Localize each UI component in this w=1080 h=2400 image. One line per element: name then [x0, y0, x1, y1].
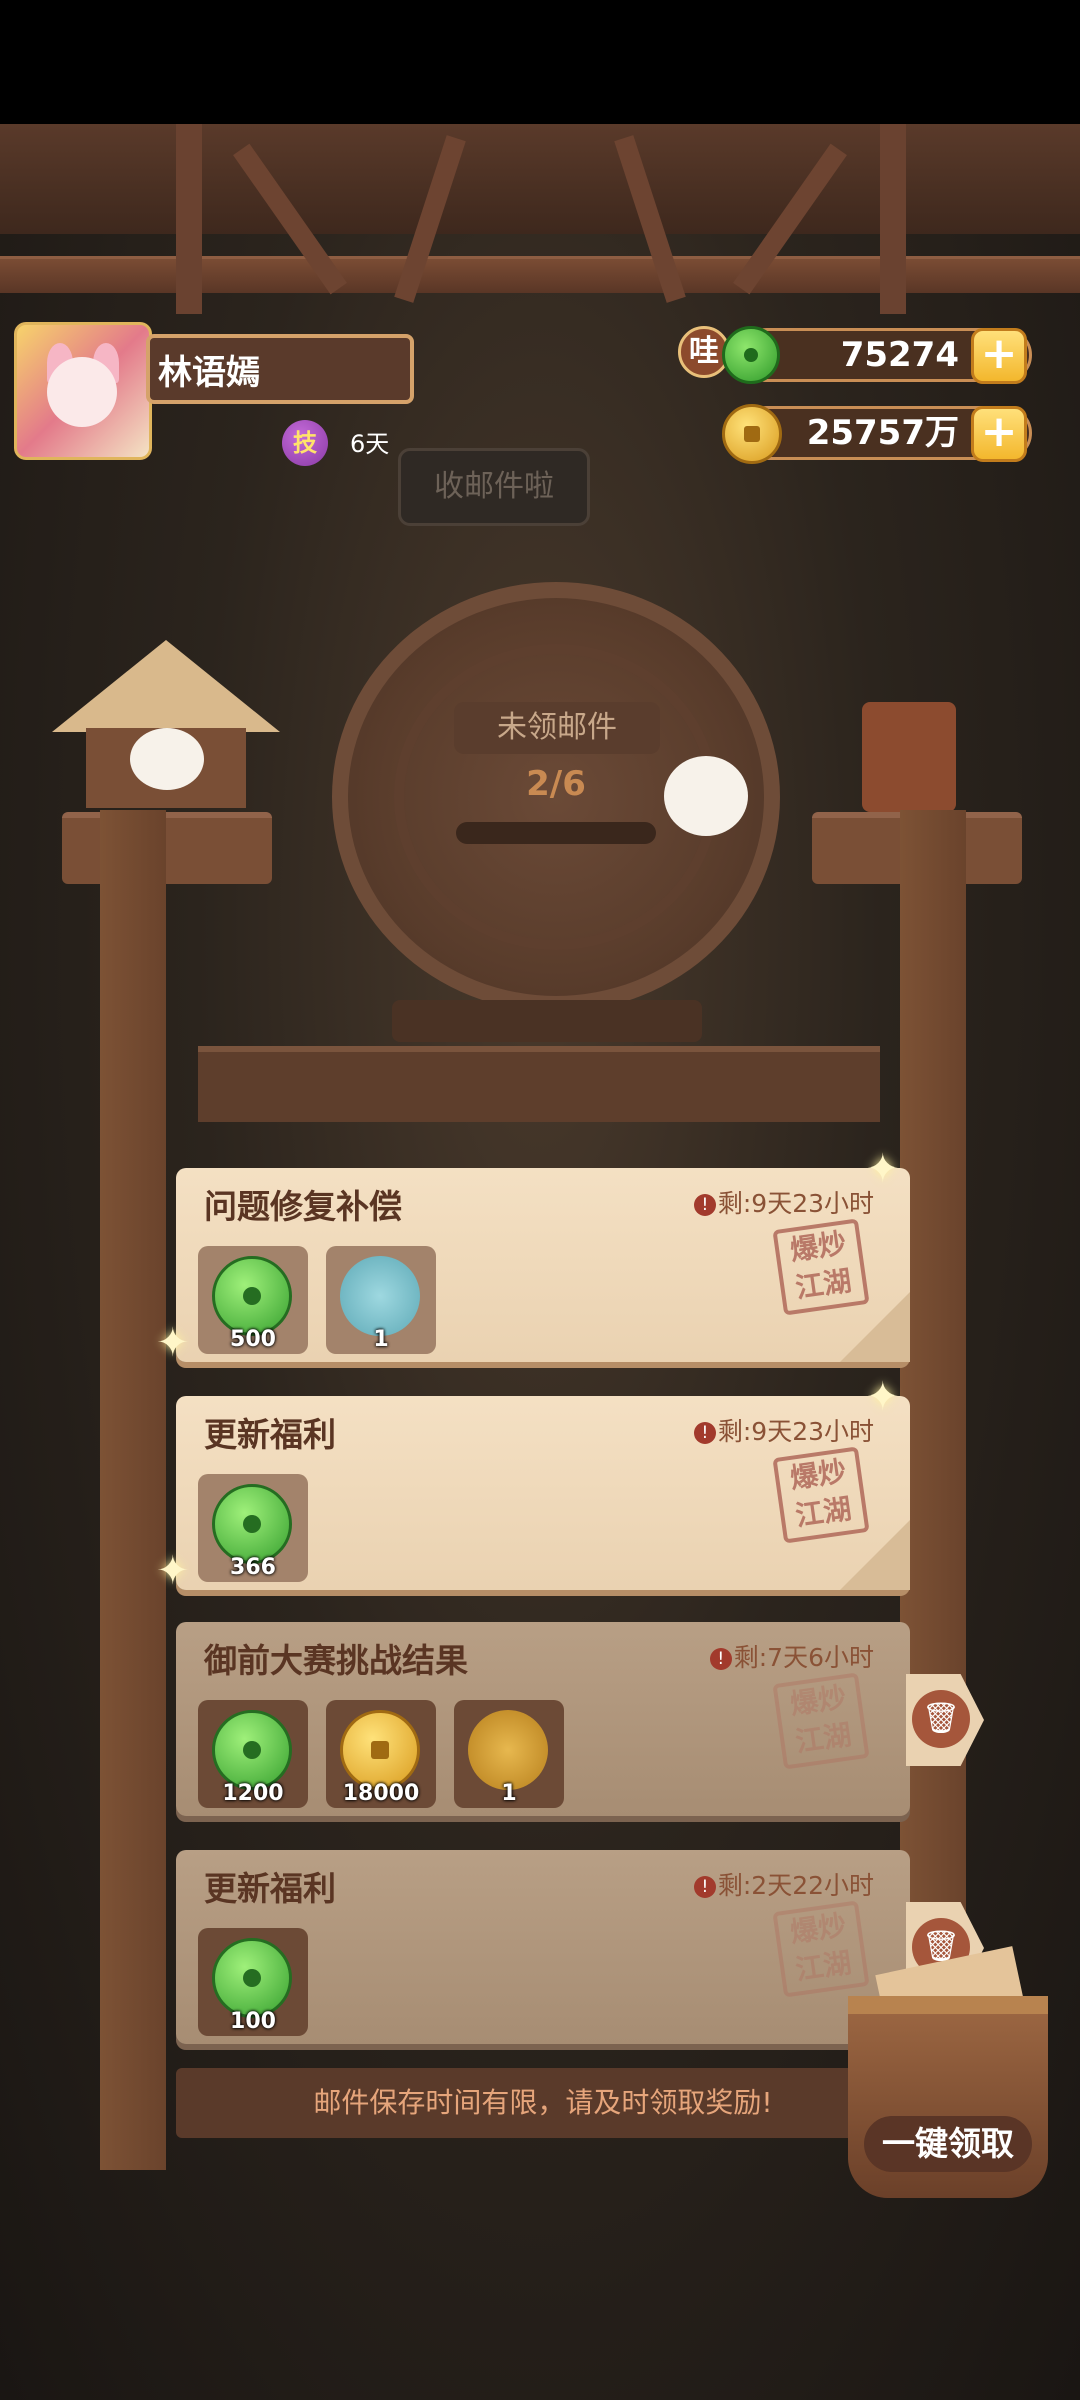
- coin-amount: 25757万: [806, 413, 959, 453]
- jade-icon: [212, 1710, 292, 1790]
- mail-card[interactable]: 更新福利 ! 剩:9天23小时 爆炒江湖 366: [176, 1396, 910, 1590]
- mail-title: 更新福利: [204, 1869, 336, 1908]
- unclaimed-mail-count: 2/6: [526, 764, 586, 804]
- trash-icon: 🗑: [912, 1690, 970, 1748]
- mail-remaining-time: ! 剩:7天6小时: [709, 1638, 874, 1674]
- roof-strut: [176, 124, 202, 314]
- shell-icon: [468, 1710, 548, 1790]
- mailbox-progress-bar: [456, 822, 656, 844]
- chick-icon: [130, 728, 204, 790]
- reward-item[interactable]: 100: [198, 1928, 308, 2036]
- wooden-post: [100, 810, 166, 2170]
- mail-card-claimed[interactable]: 御前大赛挑战结果 ! 剩:7天6小时 爆炒江湖 1200 18000 1 🗑: [176, 1622, 984, 1816]
- claim-all-button[interactable]: 一键领取: [864, 2116, 1032, 2172]
- add-jade-button[interactable]: +: [971, 328, 1027, 384]
- chick-icon: [664, 756, 748, 836]
- sparkle-icon: ✦: [156, 1320, 190, 1366]
- sparkle-icon: ✦: [866, 1374, 900, 1420]
- jade-icon: [212, 1484, 292, 1564]
- wheel-stand: [392, 1000, 702, 1042]
- mail-title: 问题修复补偿: [204, 1187, 402, 1226]
- reward-item[interactable]: 1: [326, 1246, 436, 1354]
- sparkle-icon: ✦: [156, 1548, 190, 1594]
- jade-icon: [212, 1256, 292, 1336]
- coin-icon: [722, 404, 782, 464]
- add-coins-button[interactable]: +: [971, 406, 1027, 462]
- warning-icon: !: [693, 1876, 716, 1898]
- speech-bubble: 收邮件啦: [398, 448, 590, 526]
- scroll-icon: [340, 1256, 420, 1336]
- reward-item[interactable]: 366: [198, 1474, 308, 1582]
- reward-item[interactable]: 18000: [326, 1700, 436, 1808]
- days-label: 6天: [350, 430, 390, 458]
- mail-title: 更新福利: [204, 1415, 336, 1454]
- mail-notice: 邮件保存时间有限，请及时领取奖励!: [176, 2068, 910, 2138]
- player-name: 林语嫣: [146, 334, 414, 404]
- jade-icon: [212, 1938, 292, 2018]
- skill-badge-icon[interactable]: 技: [282, 420, 328, 466]
- mail-card-claimed[interactable]: 更新福利 ! 剩:2天22小时 爆炒江湖 100 🗑: [176, 1850, 984, 2044]
- sparkle-icon: ✦: [866, 1146, 900, 1192]
- post-cap: [62, 812, 272, 884]
- stamp-icon: 爆炒江湖: [772, 1900, 870, 1998]
- mail-title: 御前大赛挑战结果: [204, 1641, 468, 1680]
- stamp-icon: 爆炒江湖: [772, 1672, 870, 1770]
- jade-icon: [722, 326, 780, 384]
- mail-remaining-time: ! 剩:2天22小时: [693, 1866, 874, 1902]
- roof-strut: [880, 124, 906, 314]
- reward-item[interactable]: 500: [198, 1246, 308, 1354]
- roof-beam: [0, 124, 1080, 234]
- jade-amount: 75274: [840, 335, 959, 375]
- mail-remaining-time: ! 剩:9天23小时: [693, 1184, 874, 1220]
- mail-remaining-time: ! 剩:9天23小时: [693, 1412, 874, 1448]
- mail-card[interactable]: 问题修复补偿 ! 剩:9天23小时 爆炒江湖 500 1: [176, 1168, 910, 1362]
- jade-currency: 75274 +: [740, 328, 1032, 384]
- brush-holder: [862, 702, 956, 812]
- warning-icon: !: [693, 1194, 716, 1216]
- unclaimed-mail-title: 未领邮件: [454, 702, 660, 754]
- player-avatar[interactable]: [14, 322, 152, 460]
- warning-icon: !: [709, 1648, 732, 1670]
- coin-currency: 25757万 +: [740, 406, 1032, 462]
- shelf-beam: [198, 1046, 880, 1122]
- coin-icon: [340, 1710, 420, 1790]
- reward-item[interactable]: 1: [454, 1700, 564, 1808]
- warning-icon: !: [693, 1422, 716, 1444]
- reward-item[interactable]: 1200: [198, 1700, 308, 1808]
- cross-beam: [0, 256, 1080, 293]
